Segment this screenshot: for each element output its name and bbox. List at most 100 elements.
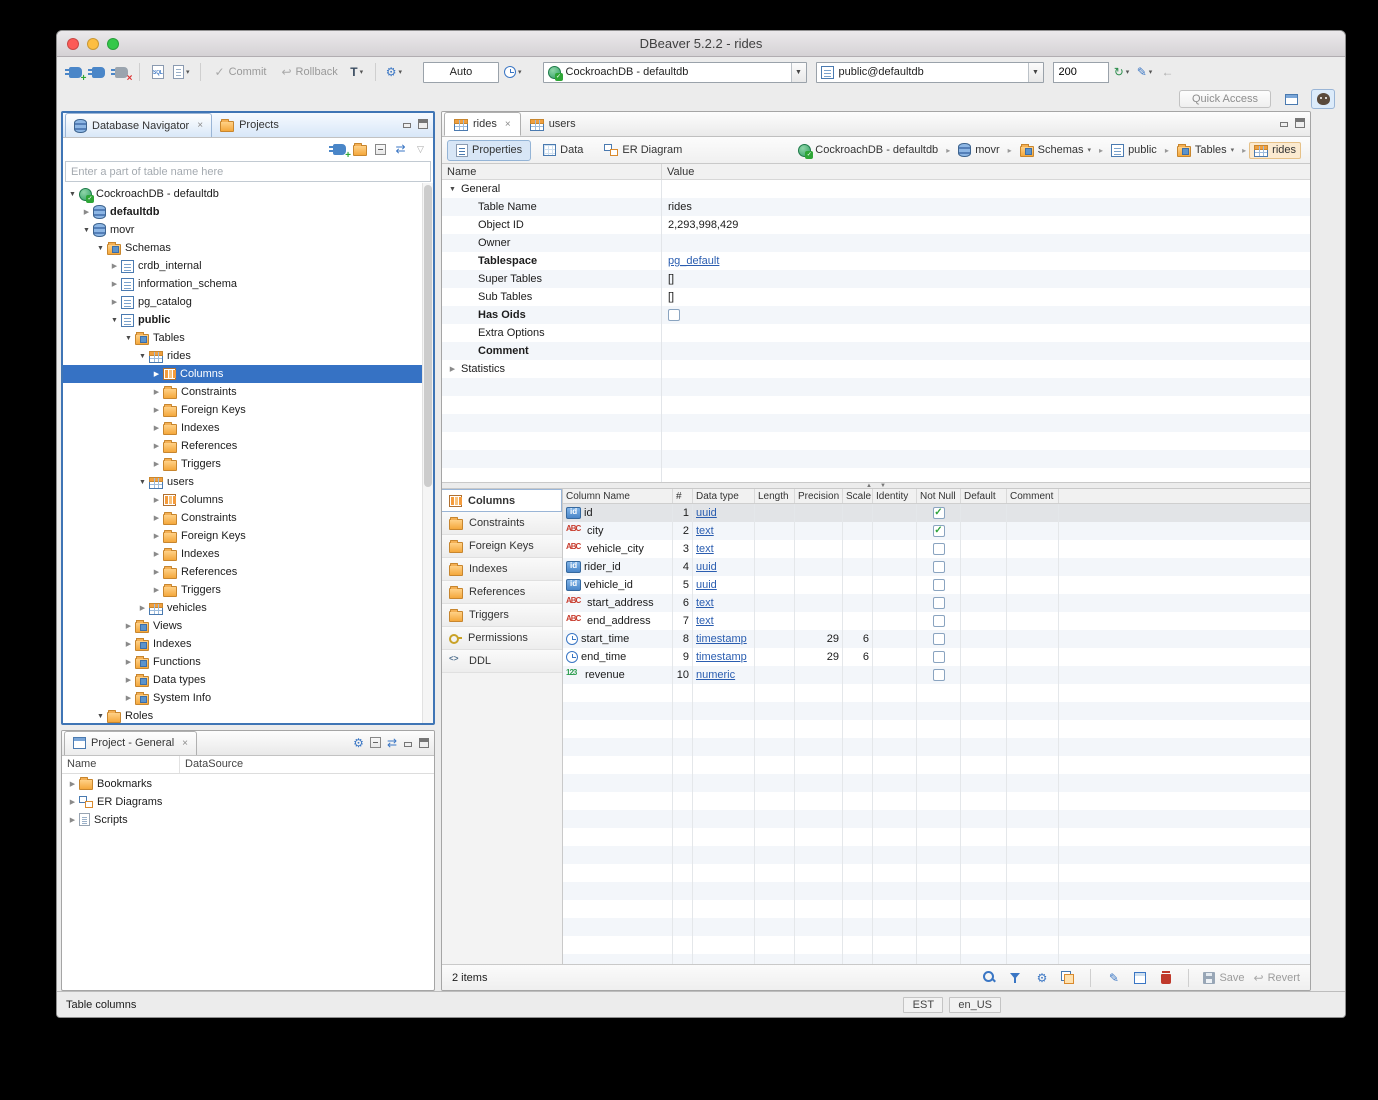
tree-item-vehicles[interactable]: ▶vehicles (63, 599, 433, 617)
twistie-icon[interactable]: ▶ (136, 604, 149, 612)
column-row-end-address[interactable]: end_address7text (563, 612, 1310, 630)
splitter-down-icon[interactable]: ▼ (880, 483, 886, 489)
grid-header-default[interactable]: Default (961, 489, 1007, 503)
data-type-link[interactable]: text (696, 525, 714, 537)
twistie-icon[interactable]: ▶ (108, 280, 121, 288)
grid-settings-button[interactable]: ⚙ (1033, 969, 1050, 987)
column-row-vehicle-city[interactable]: vehicle_city3text (563, 540, 1310, 558)
grid-header-precision[interactable]: Precision (795, 489, 843, 503)
tree-item-triggers[interactable]: ▶Triggers (63, 455, 433, 473)
dropdown-arrow-icon[interactable]: ▾ (1231, 146, 1235, 154)
breadcrumb-item-tables[interactable]: Tables▾ (1172, 142, 1239, 159)
checkbox-unchecked-icon[interactable] (933, 651, 945, 663)
editor-tab-rides[interactable]: rides × (444, 112, 521, 136)
property-value[interactable]: [] (662, 273, 1310, 285)
tree-item-public[interactable]: ▼public (63, 311, 433, 329)
property-value[interactable]: pg_default (662, 255, 1310, 267)
open-perspective-button[interactable] (1279, 89, 1303, 109)
grid-header-data-type[interactable]: Data type (693, 489, 755, 503)
tree-item-references[interactable]: ▶References (63, 437, 433, 455)
tree-item-defaultdb[interactable]: ▶defaultdb (63, 203, 433, 221)
twistie-icon[interactable]: ▶ (150, 532, 163, 540)
data-type-link[interactable]: timestamp (696, 633, 747, 645)
minimize-panel-icon[interactable] (402, 119, 412, 129)
view-tab-er-diagram[interactable]: ER Diagram (595, 140, 691, 161)
property-row-has-oids[interactable]: Has Oids (442, 306, 1310, 324)
twistie-icon[interactable]: ▶ (122, 658, 135, 666)
commit-mode-combo[interactable]: Auto (423, 62, 499, 83)
navigate-back-button[interactable]: ← (1158, 61, 1178, 83)
twistie-icon[interactable]: ▶ (150, 550, 163, 558)
maximize-panel-icon[interactable] (418, 119, 428, 129)
checkbox-unchecked-icon[interactable] (933, 543, 945, 555)
side-tab-triggers[interactable]: Triggers (442, 604, 562, 627)
column-header-name[interactable]: Name (62, 756, 180, 773)
dbeaver-perspective-button[interactable] (1311, 89, 1335, 109)
property-row-owner[interactable]: Owner (442, 234, 1310, 252)
fetch-size-input[interactable] (1053, 62, 1109, 83)
data-type-link[interactable]: uuid (696, 561, 717, 573)
property-value[interactable]: [] (662, 291, 1310, 303)
link-with-editor-button[interactable]: ⇄ (392, 140, 409, 158)
column-row-end-time[interactable]: end_time9timestamp296 (563, 648, 1310, 666)
side-tab-permissions[interactable]: Permissions (442, 627, 562, 650)
view-menu-button[interactable]: ▽ (412, 140, 429, 158)
grid-header-num[interactable]: # (673, 489, 693, 503)
project-item-er-diagrams[interactable]: ▶ER Diagrams (62, 793, 434, 811)
grid-header-column-name[interactable]: Column Name (563, 489, 673, 503)
tree-item-constraints[interactable]: ▶Constraints (63, 383, 433, 401)
tree-item-pg-catalog[interactable]: ▶pg_catalog (63, 293, 433, 311)
twistie-icon[interactable]: ▼ (94, 245, 107, 252)
grid-search-button[interactable] (981, 969, 998, 987)
properties-header-value[interactable]: Value (662, 166, 1310, 178)
tree-item-views[interactable]: ▶Views (63, 617, 433, 635)
property-group-statistics[interactable]: ▶Statistics (442, 360, 1310, 378)
collapse-all-icon[interactable] (370, 737, 381, 748)
new-folder-button[interactable] (351, 140, 369, 158)
property-row-sub-tables[interactable]: Sub Tables[] (442, 288, 1310, 306)
close-tab-icon[interactable]: × (182, 738, 188, 749)
twistie-icon[interactable]: ▼ (66, 191, 79, 198)
grid-header-length[interactable]: Length (755, 489, 795, 503)
twistie-icon[interactable]: ▶ (150, 460, 163, 468)
twistie-icon[interactable]: ▼ (136, 353, 149, 360)
twistie-icon[interactable]: ▶ (122, 676, 135, 684)
transaction-settings-button[interactable]: ⚙▾ (384, 61, 404, 83)
twistie-icon[interactable]: ▶ (150, 568, 163, 576)
side-tab-foreign-keys[interactable]: Foreign Keys (442, 535, 562, 558)
link-editor-icon[interactable]: ⇄ (387, 737, 397, 749)
property-value[interactable] (662, 309, 1310, 321)
twistie-icon[interactable]: ▶ (150, 586, 163, 594)
dropdown-arrow-icon[interactable]: ▾ (1088, 146, 1092, 154)
splitter-up-icon[interactable]: ▲ (866, 483, 872, 489)
commit-button[interactable]: ✓Commit (209, 61, 273, 83)
property-row-super-tables[interactable]: Super Tables[] (442, 270, 1310, 288)
tree-item-cockroachdb-defaultdb[interactable]: ▼CockroachDB - defaultdb (63, 185, 433, 203)
window-titlebar[interactable]: DBeaver 5.2.2 - rides (57, 31, 1345, 57)
column-row-start-time[interactable]: start_time8timestamp296 (563, 630, 1310, 648)
grid-panel-button[interactable] (1131, 969, 1148, 987)
scrollbar-thumb[interactable] (424, 185, 432, 487)
tree-item-columns[interactable]: ▶Columns (63, 365, 433, 383)
properties-header-name[interactable]: Name (442, 164, 662, 179)
tree-item-indexes[interactable]: ▶Indexes (63, 635, 433, 653)
grid-delete-button[interactable] (1157, 969, 1174, 987)
column-row-vehicle-id[interactable]: vehicle_id5uuid (563, 576, 1310, 594)
tree-item-movr[interactable]: ▼movr (63, 221, 433, 239)
minimize-panel-icon[interactable] (403, 738, 413, 748)
schema-combo[interactable]: public@defaultdb ▼ (816, 62, 1044, 83)
tree-item-schemas[interactable]: ▼Schemas (63, 239, 433, 257)
twistie-icon[interactable]: ▼ (80, 227, 93, 234)
twistie-icon[interactable]: ▼ (108, 317, 121, 324)
breadcrumb-item-rides[interactable]: rides (1249, 142, 1301, 159)
tree-item-foreign-keys[interactable]: ▶Foreign Keys (63, 401, 433, 419)
table-filter-input[interactable] (66, 162, 430, 181)
twistie-icon[interactable]: ▶ (108, 298, 121, 306)
breadcrumb-item-cockroachdb-defaultdb[interactable]: CockroachDB - defaultdb (793, 142, 943, 159)
grid-header-scale[interactable]: Scale (843, 489, 873, 503)
column-row-revenue[interactable]: revenue10numeric (563, 666, 1310, 684)
project-item-bookmarks[interactable]: ▶Bookmarks (62, 775, 434, 793)
revert-button[interactable]: ↩Revert (1254, 971, 1300, 985)
combo-arrow-icon[interactable]: ▼ (791, 63, 806, 82)
tree-item-foreign-keys[interactable]: ▶Foreign Keys (63, 527, 433, 545)
